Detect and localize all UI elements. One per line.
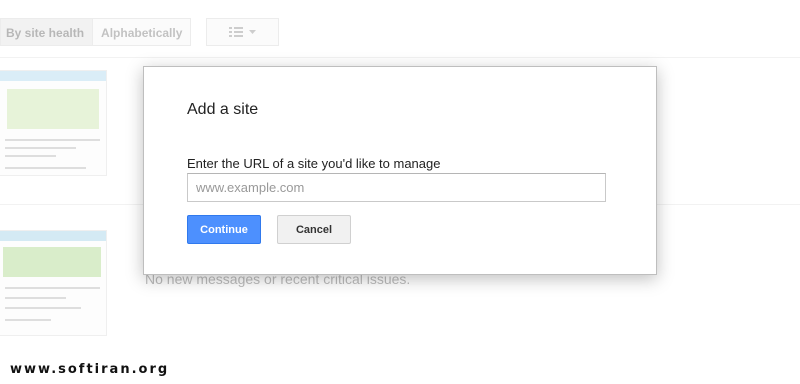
site-thumbnail[interactable] <box>0 230 107 336</box>
add-site-dialog: Add a site Enter the URL of a site you'd… <box>143 66 657 275</box>
cancel-button[interactable]: Cancel <box>277 215 351 244</box>
divider <box>0 57 800 58</box>
list-view-icon <box>229 27 244 37</box>
dialog-title: Add a site <box>187 101 259 118</box>
chevron-down-icon <box>249 29 257 34</box>
sort-alphabetically-button[interactable]: Alphabetically <box>92 18 192 46</box>
url-field-label: Enter the URL of a site you'd like to ma… <box>187 156 441 171</box>
site-thumbnail[interactable] <box>0 70 107 176</box>
continue-button[interactable]: Continue <box>187 215 261 244</box>
site-url-input[interactable] <box>187 173 606 202</box>
view-options-button[interactable] <box>206 18 280 46</box>
sort-by-health-button[interactable]: By site health <box>0 18 93 46</box>
sort-toolbar: By site health Alphabetically <box>0 18 280 46</box>
watermark-text: www.softiran.org <box>10 362 170 377</box>
